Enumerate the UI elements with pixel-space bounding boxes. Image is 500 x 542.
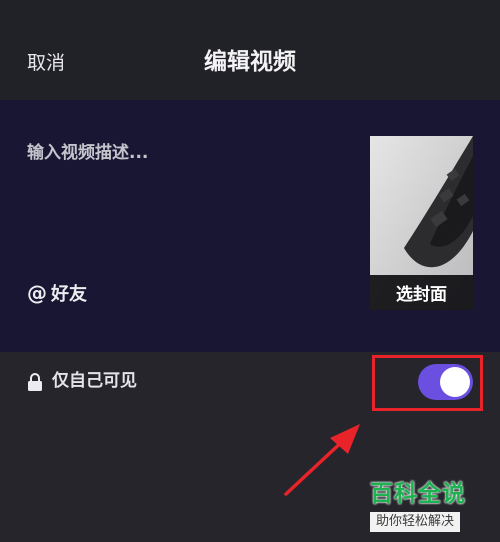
annotation-arrow-icon: [284, 424, 360, 496]
edit-video-screen: 取消 编辑视频 @ 好友 选封面 仅自己可见: [0, 0, 500, 542]
watermark-title: 百科全说: [370, 481, 466, 507]
watermark: 百科全说 助你轻松解决: [370, 478, 492, 536]
watermark-subtitle: 助你轻松解决: [370, 512, 461, 532]
